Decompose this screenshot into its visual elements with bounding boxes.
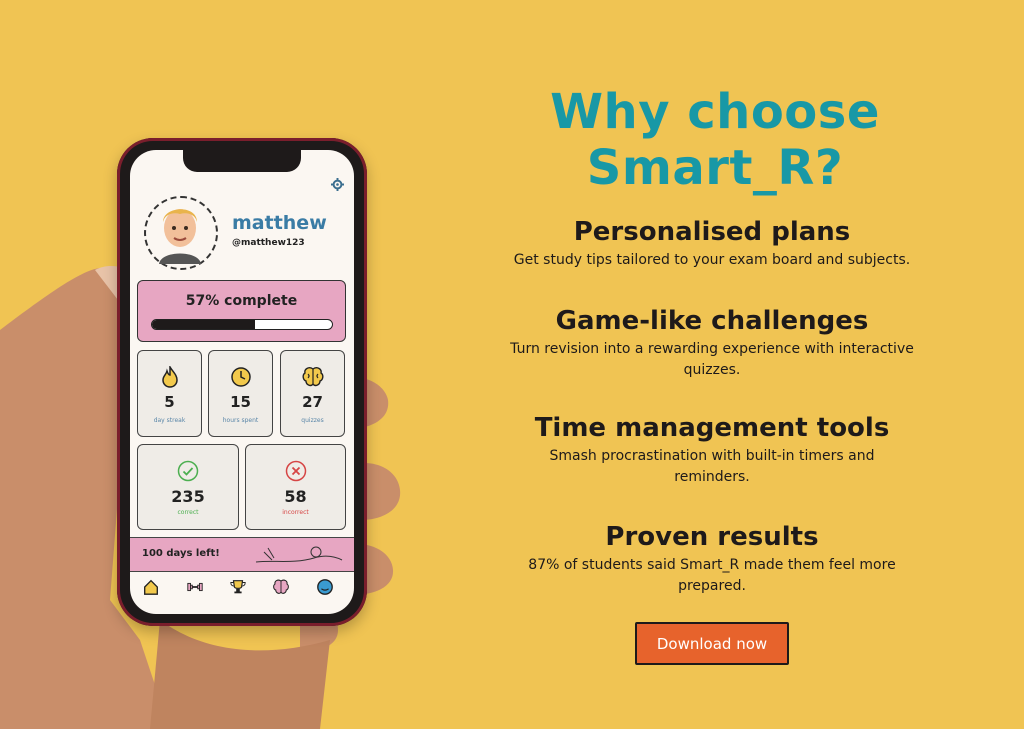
flame-icon [161,366,178,388]
feature-time-management-tools: Time management tools Smash procrastinat… [470,412,954,488]
stat-incorrect[interactable]: 58 incorrect [245,444,346,530]
feature-text: 87% of students said Smart_R made them f… [528,557,896,594]
feature-game-like-challenges: Game-like challenges Turn revision into … [470,305,954,381]
home-icon[interactable] [142,578,160,596]
feature-title: Proven results [605,522,819,552]
feature-text: Turn revision into a rewarding experienc… [510,341,914,378]
clock-icon [230,367,251,387]
progress-card: 57% complete [137,280,346,342]
progress-label: 57% complete [185,293,298,309]
profile-icon[interactable] [316,578,334,596]
profile-username: matthew [232,212,327,234]
stat-value: 235 [171,487,205,506]
relaxing-person-icon [255,546,343,563]
memoji-avatar-icon [159,209,201,264]
stat-quizzes[interactable]: 27 quizzes [280,350,345,437]
phone-notch [183,150,301,172]
stat-label: incorrect [282,509,309,516]
avatar[interactable] [144,196,218,270]
stat-hours-spent[interactable]: 15 hours spent [208,350,273,437]
phone-mockup: matthew @matthew123 57% complete 5 day s… [117,138,367,626]
stat-value: 15 [230,393,251,411]
page-headline: Why choose Smart_R? [550,84,880,196]
stat-value: 58 [284,487,307,506]
stat-label: hours spent [222,417,259,424]
download-now-button[interactable]: Download now [635,622,789,665]
phone-screen: matthew @matthew123 57% complete 5 day s… [130,150,354,614]
check-circle-icon [177,460,199,482]
stat-day-streak[interactable]: 5 day streak [137,350,202,437]
feature-text: Smash procrastination with built-in time… [549,448,875,485]
stat-label: quizzes [301,417,324,424]
feature-proven-results: Proven results 87% of students said Smar… [470,521,954,597]
progress-bar-fill [152,320,255,329]
stat-label: day streak [153,417,186,424]
stat-label: correct [177,509,199,516]
stat-value: 27 [302,393,323,411]
countdown-label: 100 days left! [142,548,220,559]
feature-title: Game-like challenges [555,306,869,336]
brain-icon[interactable] [272,578,290,596]
feature-text: Get study tips tailored to your exam boa… [513,252,911,268]
stat-value: 5 [164,393,175,411]
bottom-nav [130,574,354,602]
profile-handle: @matthew123 [232,238,305,248]
trophy-icon[interactable] [229,578,247,596]
countdown-banner: 100 days left! [130,537,354,572]
stat-correct[interactable]: 235 correct [137,444,239,530]
dumbbell-icon[interactable] [186,578,204,596]
settings-gear-icon[interactable] [331,178,344,191]
progress-bar [151,319,333,330]
feature-personalised-plans: Personalised plans Get study tips tailor… [470,216,954,271]
feature-title: Personalised plans [573,217,851,247]
x-circle-icon [285,460,306,482]
brain-icon [302,367,323,387]
feature-title: Time management tools [534,413,890,443]
